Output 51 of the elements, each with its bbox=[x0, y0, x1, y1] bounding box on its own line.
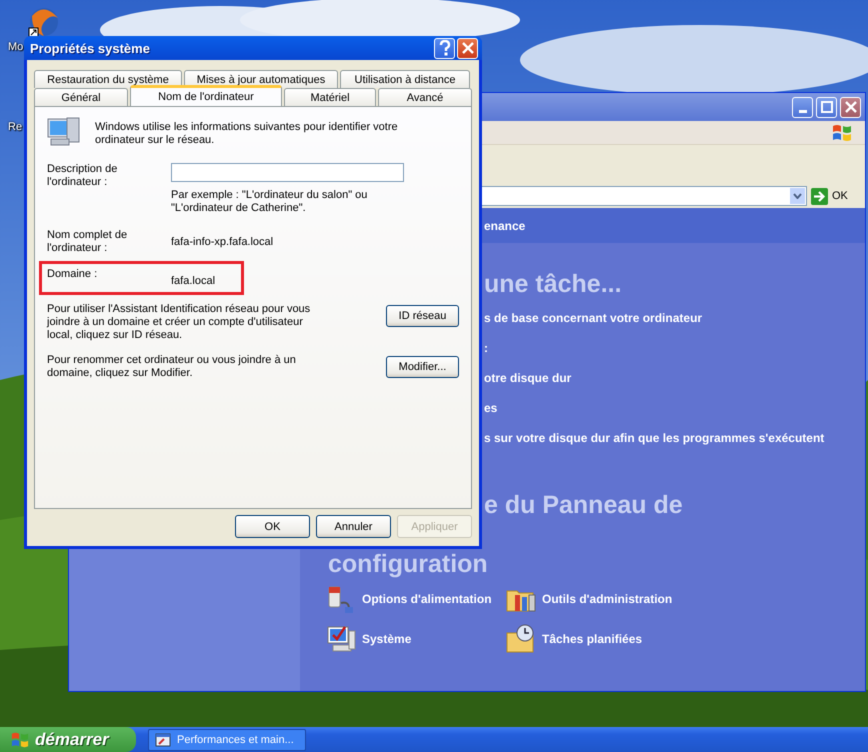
intro-text: Windows utilise les informations suivantes pour identifier votre ordinateur sur le réseau. bbox=[95, 121, 399, 147]
control-panel-link[interactable]: Outils d'administration bbox=[505, 583, 705, 615]
tab[interactable]: Utilisation à distance bbox=[340, 70, 470, 88]
tab[interactable]: Avancé bbox=[378, 88, 472, 106]
input-field[interactable] bbox=[171, 163, 404, 182]
go-button[interactable]: OK bbox=[811, 188, 848, 204]
control-panel-link[interactable]: Tâches planifiées bbox=[505, 623, 705, 655]
maximize-button[interactable] bbox=[816, 96, 837, 118]
taskbar-button[interactable]: Performances et main... bbox=[148, 728, 306, 750]
field-value: fafa.local bbox=[171, 275, 216, 288]
flag-icon bbox=[10, 730, 30, 748]
minimize-button[interactable] bbox=[792, 96, 813, 118]
tab[interactable]: Restauration du système bbox=[34, 70, 182, 88]
flag-icon bbox=[831, 122, 853, 142]
start-button[interactable]: démarrer bbox=[0, 727, 136, 752]
action-button[interactable]: ID réseau bbox=[386, 305, 459, 327]
help-button[interactable] bbox=[434, 38, 455, 58]
arrow-icon bbox=[811, 188, 828, 204]
icon-label[interactable]: Re bbox=[8, 121, 22, 133]
control-panel-link[interactable]: Système bbox=[325, 623, 505, 655]
action-button[interactable]: Modifier... bbox=[386, 356, 459, 378]
computer-icon bbox=[47, 117, 81, 147]
heading: configuration bbox=[327, 550, 489, 579]
maximize-icon bbox=[820, 101, 832, 113]
heading: une tâche... bbox=[483, 270, 623, 299]
tab[interactable]: Matériel bbox=[284, 88, 376, 106]
window-title: Propriétés système bbox=[30, 40, 151, 56]
field-label: Domaine : bbox=[47, 268, 98, 281]
dialog-button[interactable]: Annuler bbox=[316, 515, 391, 538]
field-label: Nom complet de l'ordinateur : bbox=[47, 229, 128, 255]
close-icon bbox=[462, 42, 474, 54]
tab[interactable]: Nom de l'ordinateur bbox=[130, 85, 282, 106]
instruction-text: Pour utiliser l'Assistant Identification réseau pour vous joindre à un domaine et créer un compte d'utilisateur local, cliquez sur ID réseau. bbox=[47, 303, 312, 342]
question-mark-icon bbox=[438, 40, 450, 56]
close-icon bbox=[844, 101, 856, 113]
control-panel-link[interactable]: Options d'alimentation bbox=[325, 583, 505, 615]
window-icon bbox=[155, 732, 171, 748]
category-title: enance bbox=[484, 218, 526, 232]
dialog-button[interactable]: OK bbox=[235, 515, 310, 538]
hint-text: Par exemple : "L'ordinateur du salon" ou "L'ordinateur de Catherine". bbox=[171, 189, 368, 215]
close-button[interactable] bbox=[457, 38, 478, 58]
tab[interactable]: Mises à jour automatiques bbox=[184, 70, 338, 88]
tab[interactable]: Général bbox=[34, 88, 128, 106]
field-label: Description de l'ordinateur : bbox=[47, 163, 118, 189]
icon-label[interactable]: Mo bbox=[8, 41, 24, 53]
dropdown-icon bbox=[790, 188, 805, 204]
close-button[interactable] bbox=[840, 96, 861, 118]
instruction-text: Pour renommer cet ordinateur ou vous joindre à un domaine, cliquez sur Modifier. bbox=[47, 354, 297, 380]
field-value: fafa-info-xp.fafa.local bbox=[171, 236, 274, 249]
minimize-icon bbox=[798, 110, 806, 112]
heading: e du Panneau de bbox=[483, 491, 684, 520]
